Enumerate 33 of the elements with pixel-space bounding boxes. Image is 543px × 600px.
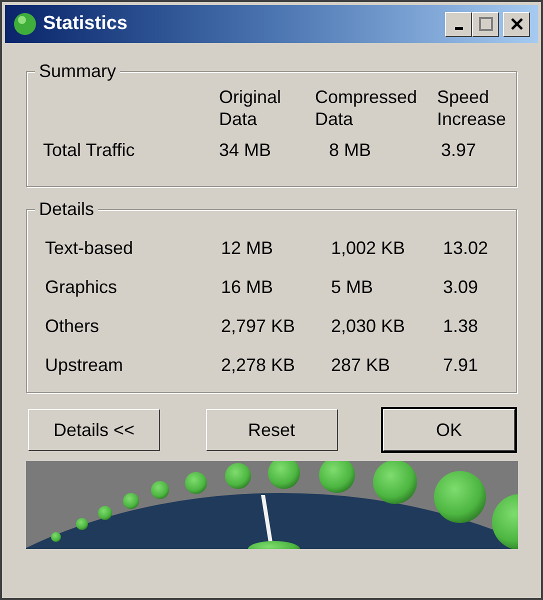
row-label: Graphics bbox=[45, 276, 118, 298]
compressed-value: 2,030 KB bbox=[331, 314, 406, 336]
minimize-icon bbox=[454, 26, 462, 30]
original-value: 12 MB bbox=[221, 236, 274, 258]
close-button[interactable] bbox=[503, 12, 530, 36]
original-value: 2,278 KB bbox=[221, 354, 296, 376]
minimize-button[interactable] bbox=[445, 12, 472, 36]
maximize-icon bbox=[478, 17, 492, 31]
original-value: 2,797 KB bbox=[221, 314, 296, 336]
dialog-button[interactable]: OK bbox=[383, 409, 515, 451]
close-icon bbox=[510, 17, 524, 31]
window-title: Statistics bbox=[43, 12, 128, 36]
row-label: Others bbox=[45, 314, 100, 336]
row-label: Total Traffic bbox=[43, 138, 136, 160]
speed-value: 13.02 bbox=[443, 236, 490, 258]
dialog-button[interactable]: Reset bbox=[206, 409, 338, 451]
row-label: Text-based bbox=[45, 236, 134, 258]
speed-value: 3.09 bbox=[443, 276, 480, 298]
original-value: 34 MB bbox=[219, 138, 272, 160]
speed-value: 3.97 bbox=[441, 138, 478, 160]
original-value: 16 MB bbox=[221, 276, 274, 298]
column-header: Compressed Data bbox=[315, 86, 418, 130]
maximize-button[interactable] bbox=[472, 12, 499, 36]
row-label: Upstream bbox=[45, 354, 124, 376]
column-header: Original Data bbox=[219, 86, 282, 130]
speed-value: 7.91 bbox=[443, 354, 480, 376]
compressed-value: 8 MB bbox=[329, 138, 372, 160]
column-header: Speed Increase bbox=[437, 86, 508, 130]
compressed-value: 1,002 KB bbox=[331, 236, 406, 258]
dialog-button[interactable]: Details << bbox=[28, 409, 160, 451]
compressed-value: 287 KB bbox=[331, 354, 392, 376]
compressed-value: 5 MB bbox=[331, 276, 374, 298]
speed-value: 1.38 bbox=[443, 314, 480, 336]
